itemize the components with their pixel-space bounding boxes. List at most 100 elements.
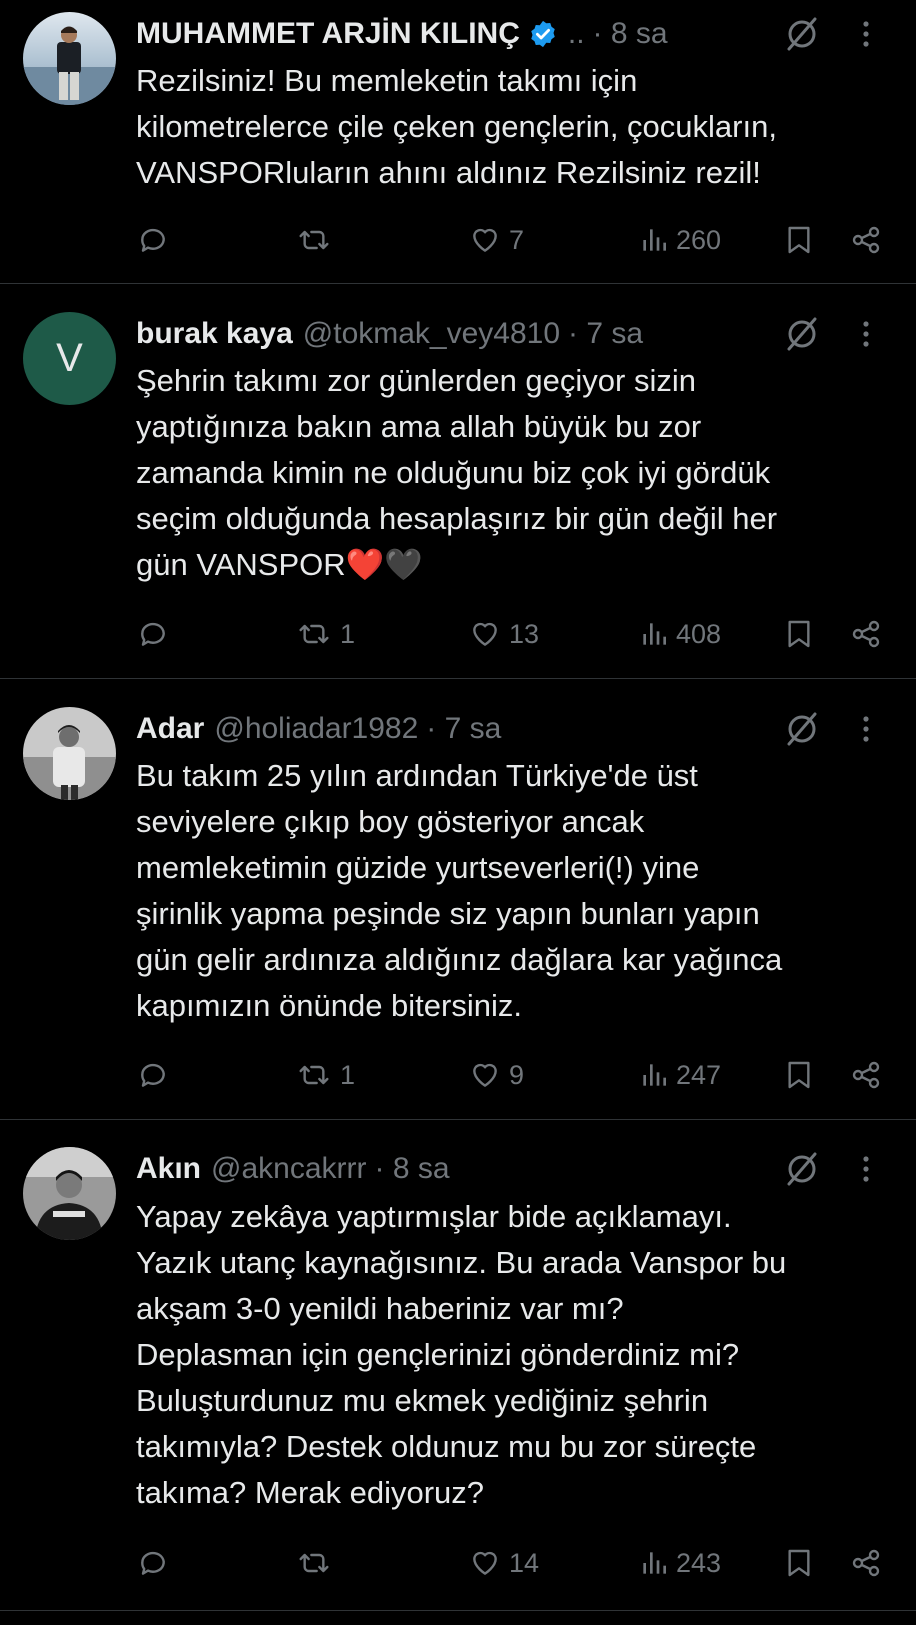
action-bar: 14 243: [0, 1543, 916, 1583]
divider: [0, 1610, 916, 1611]
grok-icon[interactable]: [782, 14, 822, 54]
bookmark-icon: [788, 1061, 810, 1089]
author-name[interactable]: Akın: [136, 1152, 201, 1186]
repost-icon: [299, 230, 329, 250]
views-count: 243: [676, 1547, 722, 1578]
heart-icon: [473, 622, 497, 646]
more-icon[interactable]: [856, 314, 876, 354]
author-name[interactable]: burak kaya: [136, 317, 293, 351]
author-handle[interactable]: @akncakrrr: [211, 1152, 366, 1186]
like-button[interactable]: 9: [469, 1055, 524, 1095]
reply-text: Yapay zekâya yaptırmışlar bide açıklamay…: [136, 1199, 787, 1510]
bookmark-button[interactable]: [784, 1055, 814, 1095]
timestamp[interactable]: · 7 sa: [426, 712, 501, 746]
share-button[interactable]: [850, 614, 882, 654]
author-handle[interactable]: ..: [568, 17, 585, 51]
comment-icon: [141, 228, 165, 252]
views-count: 408: [676, 618, 722, 649]
reply-header: MUHAMMET ARJİN KILINÇ .. · 8 sa: [136, 14, 668, 54]
views-button[interactable]: 247: [640, 1055, 721, 1095]
like-count: 14: [509, 1547, 540, 1578]
divider: [0, 283, 916, 284]
avatar[interactable]: V: [23, 312, 116, 405]
repost-button[interactable]: 1: [296, 614, 355, 654]
timestamp[interactable]: · 8 sa: [593, 17, 668, 51]
views-button[interactable]: 260: [640, 220, 721, 260]
grok-icon[interactable]: [782, 1149, 822, 1189]
verified-badge-icon: [531, 20, 555, 48]
repost-button[interactable]: [296, 1543, 340, 1583]
share-button[interactable]: [850, 220, 882, 260]
views-button[interactable]: 408: [640, 614, 721, 654]
reply-button[interactable]: [137, 220, 169, 260]
author-handle[interactable]: @holiadar1982: [214, 712, 418, 746]
comment-icon: [141, 1063, 165, 1087]
like-button[interactable]: 14: [469, 1543, 539, 1583]
reply-text: Rezilsiniz! Bu memleketin takımı için ki…: [136, 63, 777, 190]
comment-icon: [141, 1551, 165, 1575]
reply-text: Şehrin takımı zor günlerden geçiyor sizi…: [136, 363, 778, 582]
reply-header: Akın @akncakrrr · 8 sa: [136, 1149, 450, 1189]
timestamp[interactable]: · 7 sa: [568, 317, 643, 351]
share-icon: [852, 1061, 880, 1089]
avatar-letter: V: [56, 336, 83, 380]
like-count: 7: [509, 224, 525, 255]
bookmark-icon: [788, 1549, 810, 1577]
bookmark-button[interactable]: [784, 1543, 814, 1583]
bookmark-button[interactable]: [784, 220, 814, 260]
views-icon: [643, 1064, 666, 1086]
author-name[interactable]: MUHAMMET ARJİN KILINÇ: [136, 17, 520, 51]
bookmark-icon: [788, 226, 810, 254]
repost-count: 1: [340, 1059, 356, 1090]
bookmark-button[interactable]: [784, 614, 814, 654]
repost-icon: [299, 1065, 329, 1085]
like-button[interactable]: 7: [469, 220, 524, 260]
share-icon: [852, 226, 880, 254]
grok-icon[interactable]: [782, 314, 822, 354]
like-count: 9: [509, 1059, 525, 1090]
grok-icon[interactable]: [782, 709, 822, 749]
repost-button[interactable]: [296, 220, 340, 260]
author-name[interactable]: Adar: [136, 712, 204, 746]
views-icon: [643, 1552, 666, 1574]
more-icon[interactable]: [856, 1149, 876, 1189]
reply-button[interactable]: [137, 1055, 169, 1095]
like-count: 13: [509, 618, 540, 649]
heart-icon: [473, 1551, 497, 1575]
reply-button[interactable]: [137, 1543, 169, 1583]
views-count: 247: [676, 1059, 722, 1090]
share-icon: [852, 620, 880, 648]
more-icon[interactable]: [856, 14, 876, 54]
divider: [0, 1119, 916, 1120]
views-button[interactable]: 243: [640, 1543, 721, 1583]
author-handle[interactable]: @tokmak_vey4810: [303, 317, 560, 351]
share-icon: [852, 1549, 880, 1577]
bookmark-icon: [788, 620, 810, 648]
action-bar: 1 9 247: [0, 1055, 916, 1095]
comment-icon: [141, 622, 165, 646]
like-button[interactable]: 13: [469, 614, 539, 654]
avatar[interactable]: [23, 1147, 116, 1240]
avatar[interactable]: [23, 12, 116, 105]
timestamp[interactable]: · 8 sa: [375, 1152, 450, 1186]
reply-text: Bu takım 25 yılın ardından Türkiye'de üs…: [136, 758, 783, 1023]
share-button[interactable]: [850, 1543, 882, 1583]
repost-count: 1: [340, 618, 356, 649]
repost-icon: [299, 1553, 329, 1573]
reply-header: burak kaya @tokmak_vey4810 · 7 sa: [136, 314, 643, 354]
action-bar: 7 260: [0, 220, 916, 260]
views-icon: [643, 229, 666, 251]
views-count: 260: [676, 224, 722, 255]
views-icon: [643, 623, 666, 645]
repost-button[interactable]: 1: [296, 1055, 355, 1095]
divider: [0, 678, 916, 679]
heart-icon: [473, 1063, 497, 1087]
avatar[interactable]: [23, 707, 116, 800]
repost-icon: [299, 624, 329, 644]
share-button[interactable]: [850, 1055, 882, 1095]
reply-header: Adar @holiadar1982 · 7 sa: [136, 709, 501, 749]
heart-icon: [473, 228, 497, 252]
action-bar: 1 13 408: [0, 614, 916, 654]
reply-button[interactable]: [137, 614, 169, 654]
more-icon[interactable]: [856, 709, 876, 749]
